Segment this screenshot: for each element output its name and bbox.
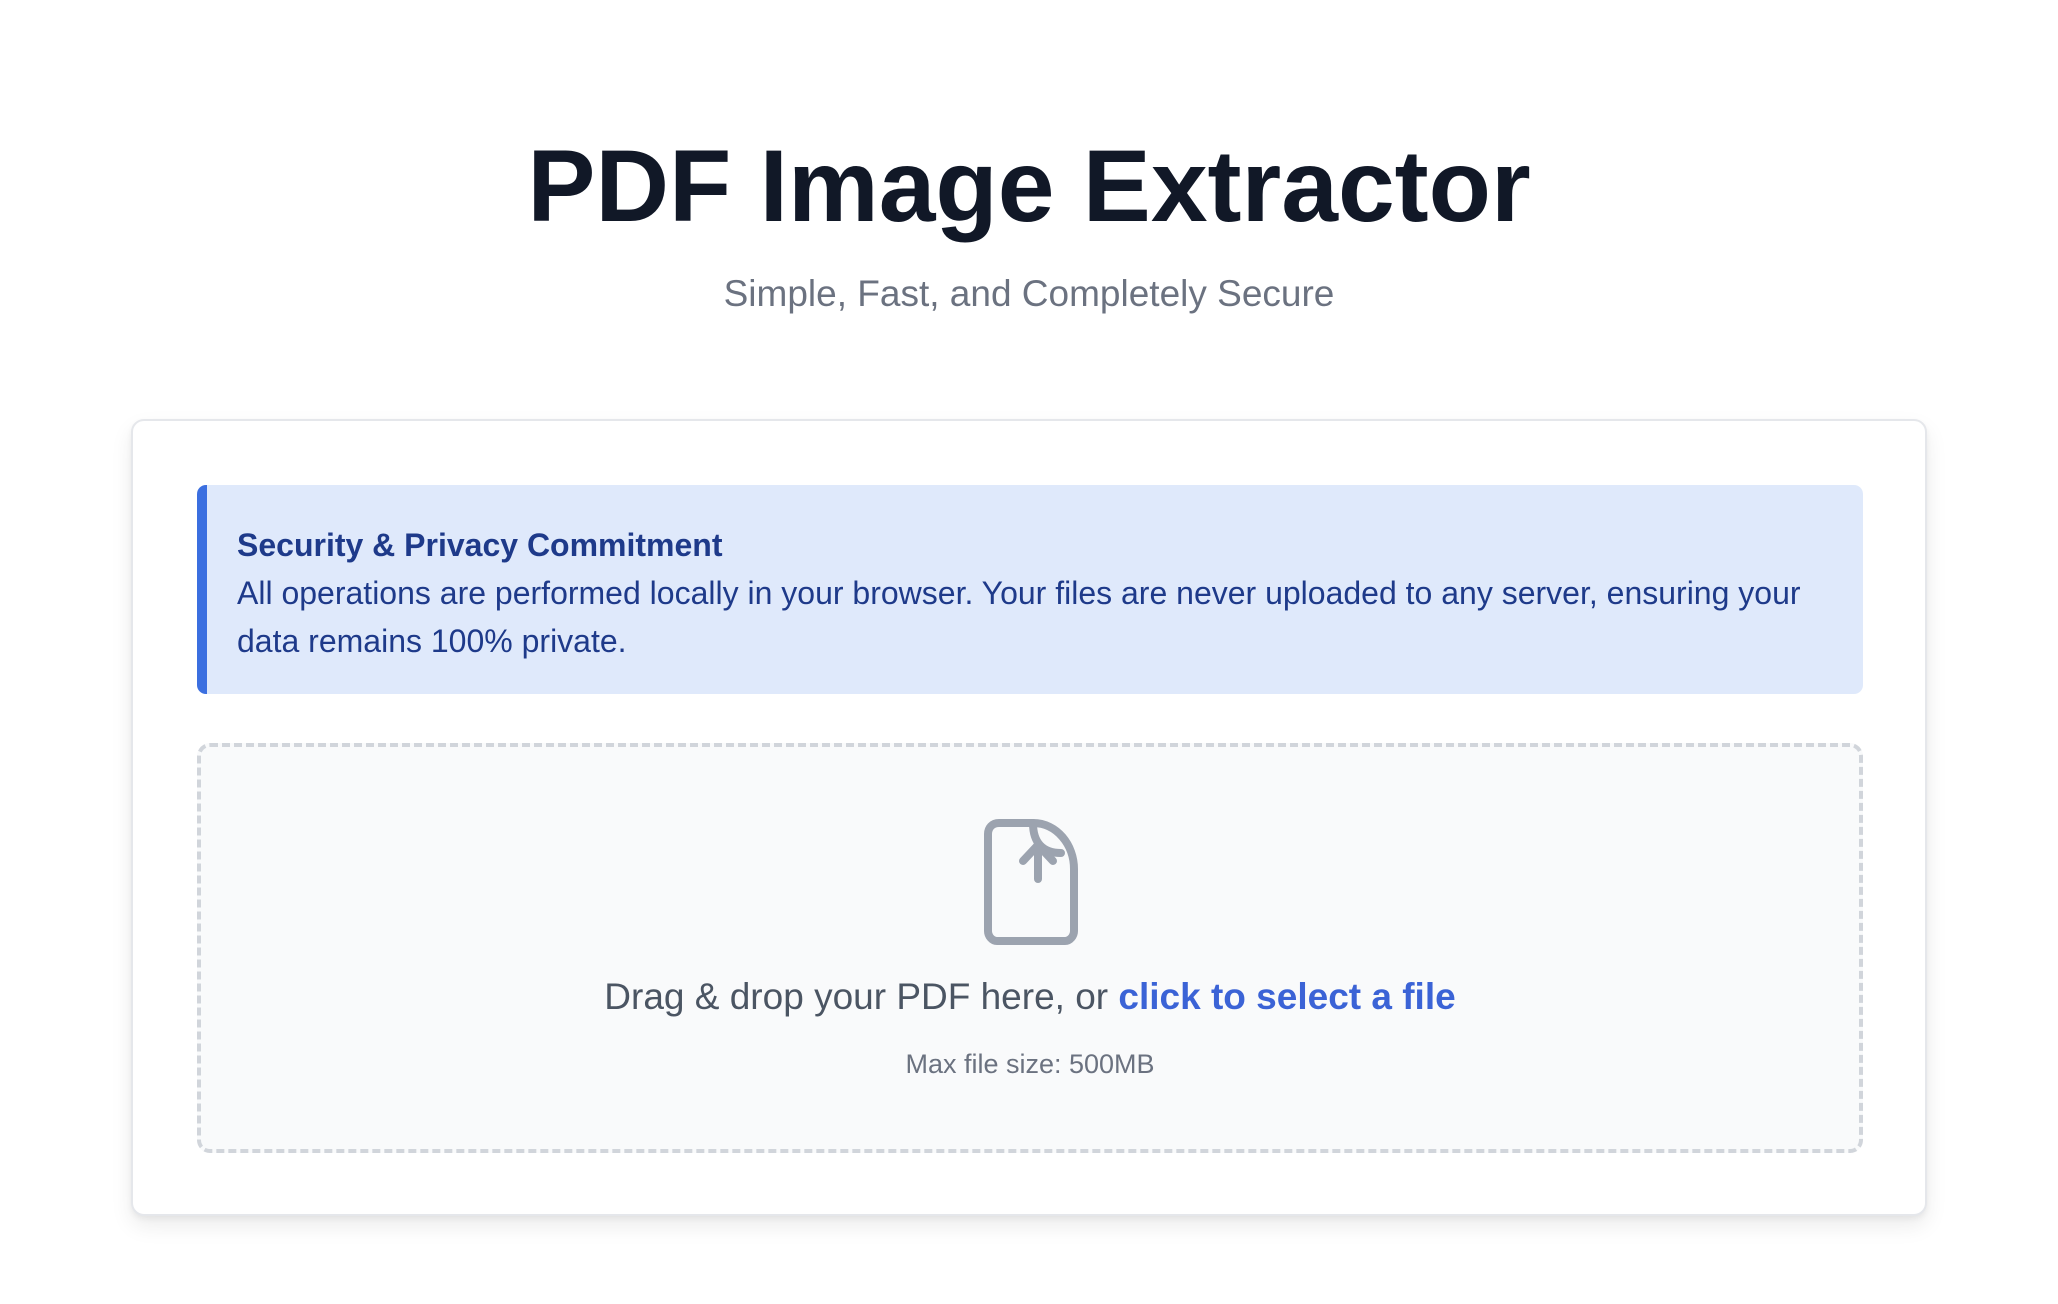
security-notice-text: All operations are performed locally in … — [237, 575, 1801, 659]
dropzone-instructions-text: Drag & drop your PDF here, or — [604, 976, 1119, 1017]
security-notice-title: Security & Privacy Commitment — [237, 527, 723, 563]
select-file-link[interactable]: click to select a file — [1118, 976, 1455, 1017]
page-subtitle: Simple, Fast, and Completely Secure — [723, 273, 1335, 314]
extractor-card: Security & Privacy Commitment All operat… — [131, 419, 1927, 1216]
max-file-size-hint: Max file size: 500MB — [905, 1049, 1155, 1079]
security-notice: Security & Privacy Commitment All operat… — [197, 485, 1863, 694]
page-title: PDF Image Extractor — [527, 129, 1531, 243]
dropzone-instructions: Drag & drop your PDF here, or click to s… — [201, 973, 1859, 1021]
pdf-dropzone[interactable]: Drag & drop your PDF here, or click to s… — [197, 743, 1863, 1153]
file-upload-icon — [984, 819, 1078, 945]
